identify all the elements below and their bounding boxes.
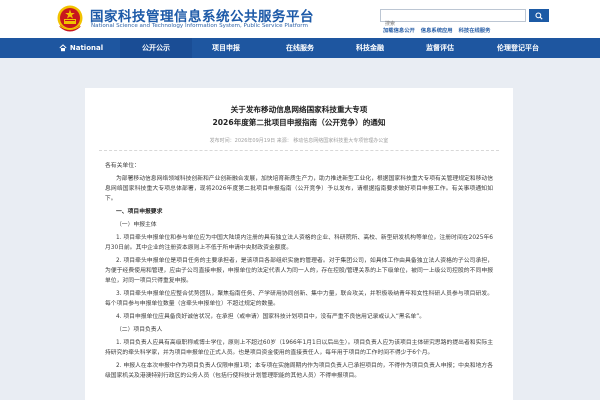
section-heading: 一、项目申报要求 <box>116 209 163 215</box>
home-icon <box>59 44 67 52</box>
national-emblem-icon[interactable] <box>56 4 84 34</box>
subsection-heading: （一）申报主体 <box>116 222 157 228</box>
nav-item-project-application[interactable]: 项目申报 <box>196 38 256 58</box>
header-link-info-disclosure[interactable]: 加载信息公开 <box>383 26 415 34</box>
paragraph: 1. 项目负责人应具有高级职称或博士学位，原则上不超过60岁（1966年1月1日… <box>105 340 493 356</box>
article-title-line-1: 关于发布移动信息网络国家科技重大专项 <box>230 105 368 114</box>
nav-item-online-service[interactable]: 在线服务 <box>270 38 330 58</box>
paragraph: 为部署移动信息网络领域科技创新和产业创新融合发展，加快培育新质生产力，助力推进新… <box>105 176 493 202</box>
paragraph: 1. 项目牵头申报单位和参与单位应为中国大陆境内注册的具有独立法人资格的企业、科… <box>105 235 493 251</box>
subsection-heading: （二）项目负责人 <box>116 327 163 333</box>
paragraph: 2. 项目牵头申报单位是项目任务的主要承担者，是该项目各部组织实施的管理者。对于… <box>105 258 493 284</box>
article-title: 关于发布移动信息网络国家科技重大专项 2026年度第二批项目申报指南（公开竞争）… <box>85 88 513 129</box>
paragraph: 4. 项目申报单位应具备良好诚信状况，在承担（或申请）国家科技计划项目中，没有严… <box>116 314 426 320</box>
paragraph: 3. 项目牵头申报单位应整合优势团队，聚焦指南任务、产学研用协同创新、集中力量，… <box>105 291 493 307</box>
header-link-online-services[interactable]: 科技在线服务 <box>459 26 491 34</box>
nav-item-home[interactable]: National <box>54 38 108 58</box>
nav-item-supervision[interactable]: 监督评估 <box>410 38 470 58</box>
salutation: 各有关单位： <box>105 163 140 169</box>
article-body: 各有关单位： 为部署移动信息网络领域科技创新和产业创新融合发展，加快培育新质生产… <box>85 151 513 381</box>
article-panel: 关于发布移动信息网络国家科技重大专项 2026年度第二批项目申报指南（公开竞争）… <box>85 88 513 400</box>
search-icon <box>535 11 543 20</box>
main-nav: National 公开公示 项目申报 在线服务 科技金融 监督评估 伦理登记平台 <box>0 38 600 58</box>
site-title[interactable]: 国家科技管理信息系统公共服务平台 <box>90 5 314 25</box>
nav-item-public-notice[interactable]: 公开公示 <box>120 38 192 58</box>
nav-item-home-label: National <box>69 44 104 52</box>
site-header: 国家科技管理信息系统公共服务平台 National Science and Te… <box>0 0 600 38</box>
article-meta: 发布时间：2026年09月19日 来源： 移动信息网络国家科技重大专项管理办公室 <box>209 138 389 144</box>
header-link-system-apps[interactable]: 信息系统应用 <box>421 26 453 34</box>
site-subtitle: National Science and Technology Informat… <box>91 23 308 29</box>
search-button[interactable] <box>529 9 549 22</box>
search-field[interactable] <box>380 9 526 30</box>
article-title-line-2: 2026年度第二批项目申报指南（公开竞争）的通知 <box>212 118 386 127</box>
nav-item-sci-finance[interactable]: 科技金融 <box>340 38 400 58</box>
nav-item-ethics-platform[interactable]: 伦理登记平台 <box>478 38 558 58</box>
header-quick-links: 加载信息公开 信息系统应用 科技在线服务 <box>383 26 490 34</box>
paragraph: 2. 申报人在本次申报中作为项目负责人仅限申报1项；本专项在实施周期内作为项目负… <box>105 363 493 379</box>
